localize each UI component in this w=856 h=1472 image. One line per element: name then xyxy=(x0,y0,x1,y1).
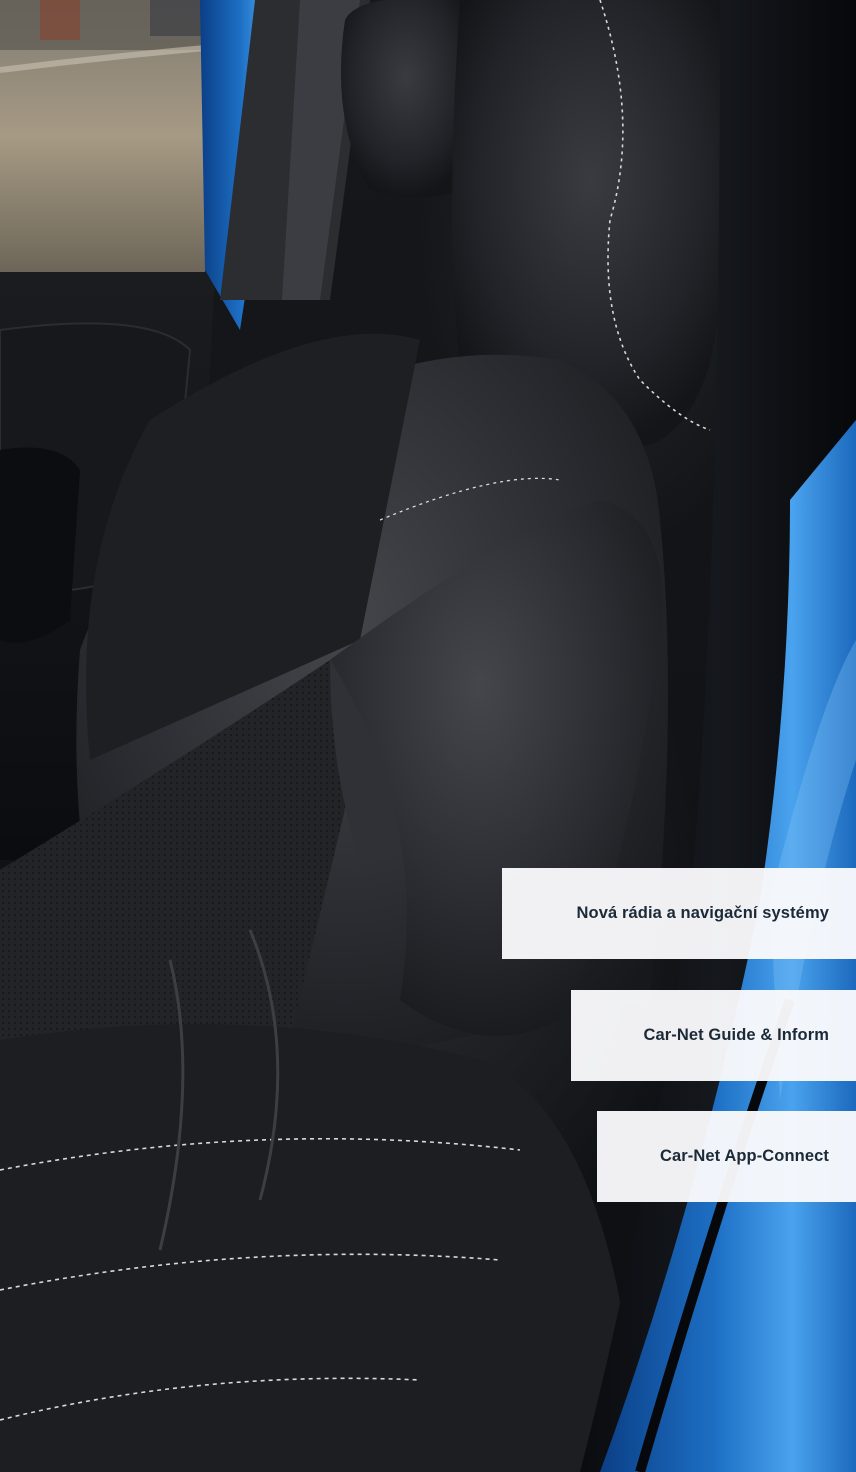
cta-car-net-guide-inform[interactable]: Car-Net Guide & Inform xyxy=(571,990,856,1081)
cta-label: Nová rádia a navigační systémy xyxy=(576,904,829,922)
hero-image: Nová rádia a navigační systémy Car-Net G… xyxy=(0,0,856,1472)
cta-label: Car-Net Guide & Inform xyxy=(643,1026,829,1044)
cta-label: Car-Net App-Connect xyxy=(659,1147,829,1165)
rear-headrest xyxy=(340,0,470,198)
car-interior-photo xyxy=(0,0,856,1472)
cta-car-net-app-connect[interactable]: Car-Net App-Connect xyxy=(597,1111,856,1202)
cta-menu: Nová rádia a navigační systémy Car-Net G… xyxy=(500,868,856,1202)
cta-new-radios-navigation[interactable]: Nová rádia a navigační systémy xyxy=(502,868,856,959)
